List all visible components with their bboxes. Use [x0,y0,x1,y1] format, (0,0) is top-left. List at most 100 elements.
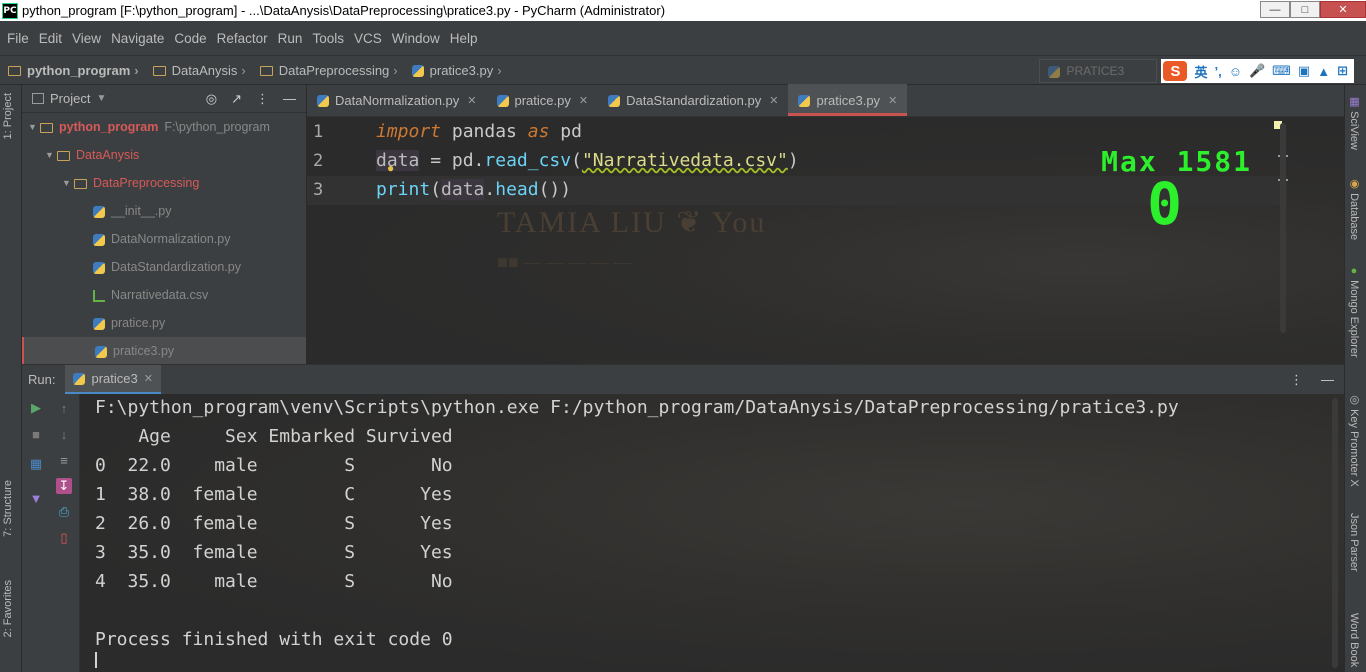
tree-item-datastandardization[interactable]: DataStandardization.py [22,253,306,281]
tab-word-book[interactable]: Word Book [1348,613,1360,667]
menu-window[interactable]: Window [387,31,445,46]
sogou-logo-icon[interactable]: S [1163,61,1188,81]
scroll-down-icon[interactable]: ↓ [56,426,72,442]
line-number-gutter: 1 2 3 [307,117,357,364]
tab-pratice3[interactable]: pratice3.py ✕ [788,84,908,116]
tab-key-promoter[interactable]: ◎ Key Promoter X [1348,393,1361,487]
tree-item-python-program[interactable]: ▼ python_program F:\python_program [22,113,306,141]
project-view-select[interactable]: Project [50,91,90,106]
breadcrumb-file[interactable]: pratice3.py › [411,63,510,78]
more-options-icon[interactable]: ⋮ [256,91,269,107]
image-icon[interactable]: ▣ [1298,63,1310,79]
tree-item-init[interactable]: __init__.py [22,197,306,225]
run-tab-pratice3[interactable]: pratice3 ✕ [65,364,161,395]
maximize-button[interactable]: □ [1290,1,1320,18]
pin-tab-icon[interactable]: ▼ [28,490,44,506]
tree-item-pratice[interactable]: pratice.py [22,309,306,337]
tab-pratice[interactable]: pratice.py ✕ [487,84,599,116]
tree-item-pratice3[interactable]: pratice3.py [22,337,306,364]
code-editor[interactable]: TAMIA LIU ❦ You ■■ — — — — — 1 2 3 impor… [307,117,1344,364]
menu-file[interactable]: File [2,31,34,46]
key-promoter-icon: ◎ [1348,393,1360,406]
run-console[interactable]: F:\python_program\venv\Scripts\python.ex… [80,394,1344,672]
collapse-all-icon[interactable]: ↗ [231,91,242,107]
close-button[interactable]: ✕ [1320,1,1366,18]
close-tab-icon[interactable]: ✕ [467,94,476,107]
tab-favorites[interactable]: 2: Favorites [2,580,14,637]
menu-run[interactable]: Run [273,31,308,46]
menu-tools[interactable]: Tools [307,31,349,46]
grid-menu-icon[interactable]: ⊞ [1337,63,1348,79]
code-line-3[interactable]: print(data.head()) [376,179,571,200]
console-scrollbar[interactable] [1332,398,1338,668]
editor-scrollbar[interactable] [1280,123,1286,333]
menu-help[interactable]: Help [445,31,483,46]
lightbulb-icon[interactable]: ● [387,161,394,175]
tree-item-dataanysis[interactable]: ▼ DataAnysis [22,141,306,169]
menu-code[interactable]: Code [169,31,211,46]
hide-panel-icon[interactable]: — [1321,372,1334,388]
tab-structure[interactable]: 7: Structure [2,480,14,537]
tree-item-narrativedata[interactable]: Narrativedata.csv [22,281,306,309]
rerun-icon[interactable]: ▶ [28,400,44,416]
stop-icon[interactable]: ■ [28,426,44,442]
breadcrumb-project[interactable]: python_program › [8,63,147,78]
minimize-button[interactable]: — [1260,1,1290,18]
line-number: 3 [313,180,324,200]
tab-datanormalization[interactable]: DataNormalization.py ✕ [307,84,487,116]
tree-item-datanormalization[interactable]: DataNormalization.py [22,225,306,253]
trash-icon[interactable]: ▯ [56,530,72,546]
tab-json-parser[interactable]: Json Parser [1348,513,1360,572]
more-options-icon[interactable]: ⋮ [1290,372,1303,388]
punctuation-icon[interactable]: ’, [1214,64,1221,79]
breadcrumb-datapreprocessing[interactable]: DataPreprocessing › [259,63,406,78]
tab-sciview[interactable]: ▦ SciView [1348,95,1361,150]
emoji-icon[interactable]: ☺ [1229,64,1242,79]
tree-item-label: pratice.py [111,316,166,330]
breadcrumb: python_program › DataAnysis › DataPrepro… [0,55,1366,85]
tab-database[interactable]: ◉ Database [1348,177,1361,240]
identifier: pandas [441,121,528,142]
menu-vcs[interactable]: VCS [349,31,387,46]
chevron-down-icon[interactable]: ▼ [96,93,106,104]
ime-toolbar[interactable]: S 英 ’, ☺ 🎤 ⌨ ▣ ▲ ⊞ [1161,59,1354,83]
python-file-icon [73,373,86,385]
close-tab-icon[interactable]: ✕ [579,94,588,107]
chevron-down-icon[interactable]: ▼ [28,122,40,132]
soft-wrap-icon[interactable]: ≡ [56,452,72,468]
keyboard-icon[interactable]: ⌨ [1272,63,1291,79]
ime-language-toggle[interactable]: 英 [1194,62,1207,81]
paren: ()) [538,179,572,200]
locate-target-icon[interactable]: ◎ [206,91,217,107]
tab-datastandardization[interactable]: DataStandardization.py ✕ [598,84,788,116]
print-icon[interactable]: ⎙ [56,504,72,520]
close-tab-icon[interactable]: ✕ [144,372,153,385]
scroll-up-icon[interactable]: ↑ [56,400,72,416]
microphone-icon[interactable]: 🎤 [1249,63,1265,79]
code-line-2[interactable]: data = pd.read_csv("Narrativedata.csv") [376,150,799,171]
menu-edit[interactable]: Edit [34,31,67,46]
combo-counter: 0 [1147,170,1182,238]
python-file-icon [93,206,105,218]
tab-mongo-explorer[interactable]: ● Mongo Explorer [1348,265,1360,358]
chevron-down-icon[interactable]: ▼ [62,178,74,188]
code-line-1[interactable]: import pandas as pd [376,121,582,142]
scroll-to-end-icon[interactable]: ↧ [56,478,72,494]
database-icon: ◉ [1348,177,1360,190]
layout-icon[interactable]: ▦ [28,456,44,472]
tree-item-datapreprocessing[interactable]: ▼ DataPreprocessing [22,169,306,197]
hide-panel-icon[interactable]: — [283,91,296,107]
skin-shirt-icon[interactable]: ▲ [1317,64,1330,79]
tab-project[interactable]: 1: Project [2,93,14,139]
run-configuration-select[interactable]: PRATICE3 [1039,59,1158,83]
breadcrumb-dataanysis[interactable]: DataAnysis › [152,62,254,78]
close-tab-icon[interactable]: ✕ [888,94,897,107]
menu-view[interactable]: View [67,31,106,46]
menu-refactor[interactable]: Refactor [212,31,273,46]
menu-navigate[interactable]: Navigate [106,31,169,46]
chevron-right-icon: › [241,62,246,78]
console-table-row: 3 35.0 female S Yes [95,542,453,563]
close-tab-icon[interactable]: ✕ [769,94,778,107]
run-toolbar: ▶ ↑ ■ ↓ ▦ ≡ ▼ ↧ ⎙ ▯ [22,394,80,672]
chevron-down-icon[interactable]: ▼ [45,150,57,160]
